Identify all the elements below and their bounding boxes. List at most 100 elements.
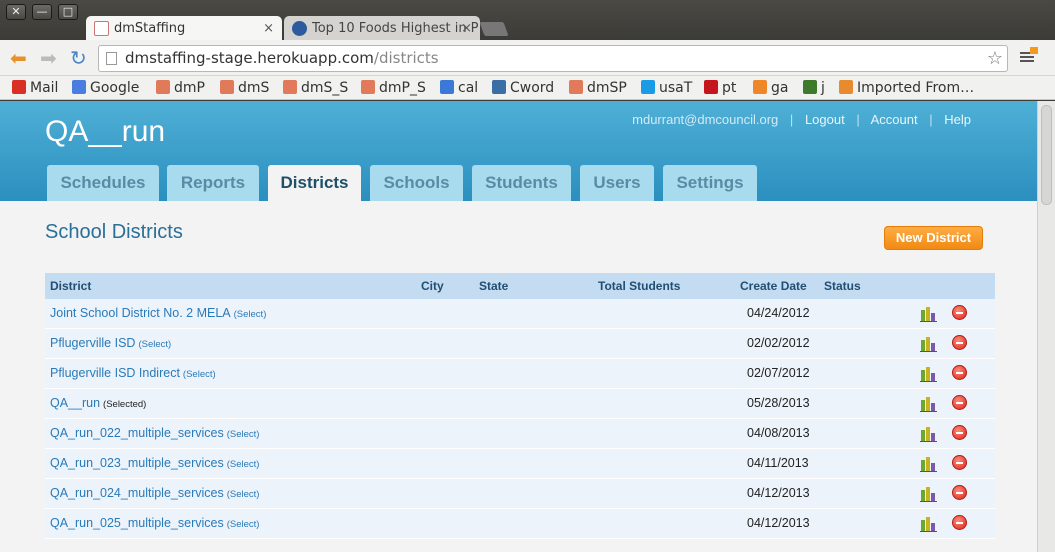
page-title: School Districts xyxy=(45,221,183,243)
gmail-icon xyxy=(12,80,26,94)
browser-menu-icon[interactable] xyxy=(1018,47,1038,67)
account-link[interactable]: Account xyxy=(871,112,918,127)
select-link[interactable]: (Select) xyxy=(138,339,171,350)
district-name-link[interactable]: QA_run_023_multiple_services (Select) xyxy=(50,456,259,470)
bookmark-8[interactable]: dmSP xyxy=(569,79,627,97)
bar-chart-icon[interactable] xyxy=(920,516,937,532)
district-name-link[interactable]: Joint School District No. 2 MELA (Select) xyxy=(50,306,266,320)
back-arrow-icon[interactable]: ⬅ xyxy=(10,47,27,69)
create-date: 04/12/2013 xyxy=(747,486,810,500)
district-name[interactable]: QA_run_023_multiple_services xyxy=(50,456,224,470)
site-h-icon xyxy=(292,21,307,36)
bar-chart-icon[interactable] xyxy=(920,396,937,412)
bookmark-label: pt xyxy=(722,80,737,96)
bookmark-7[interactable]: Cword xyxy=(492,79,554,97)
bookmark-9[interactable]: usaT xyxy=(641,79,692,97)
bar-chart-icon[interactable] xyxy=(920,336,937,352)
tab-close-icon[interactable]: × xyxy=(461,16,472,42)
district-name-link[interactable]: QA_run_025_multiple_services (Select) xyxy=(50,516,259,530)
bar-chart-icon[interactable] xyxy=(920,306,937,322)
column-header-city[interactable]: City xyxy=(421,279,444,293)
bookmark-4[interactable]: dmS_S xyxy=(283,79,348,97)
table-row: QA_run_024_multiple_services (Select) 04/1… xyxy=(45,479,995,509)
bookmark-5[interactable]: dmP_S xyxy=(361,79,426,97)
delete-icon[interactable] xyxy=(952,425,967,440)
bookmark-label: dmSP xyxy=(587,80,627,96)
browser-tab-dmstaffing[interactable]: dmStaffing × xyxy=(86,16,282,42)
close-window-icon[interactable]: ✕ xyxy=(6,4,26,20)
tab-students[interactable]: Students xyxy=(472,165,571,201)
column-header-total-students[interactable]: Total Students xyxy=(598,279,680,293)
district-name[interactable]: QA__run xyxy=(50,396,100,410)
maximize-window-icon[interactable]: □ xyxy=(58,4,78,20)
tab-schools[interactable]: Schools xyxy=(370,165,463,201)
delete-icon[interactable] xyxy=(952,455,967,470)
district-name-link[interactable]: QA_run_022_multiple_services (Select) xyxy=(50,426,259,440)
minimize-window-icon[interactable]: — xyxy=(32,4,52,20)
table-row: Pflugerville ISD Indirect (Select) 02/07/2… xyxy=(45,359,995,389)
district-name[interactable]: QA_run_022_multiple_services xyxy=(50,426,224,440)
select-link[interactable]: (Select) xyxy=(227,519,260,530)
calendar-icon xyxy=(440,80,454,94)
district-name-link[interactable]: QA_run_024_multiple_services (Select) xyxy=(50,486,259,500)
logout-link[interactable]: Logout xyxy=(805,112,845,127)
vertical-scrollbar[interactable] xyxy=(1037,101,1055,552)
tab-close-icon[interactable]: × xyxy=(263,16,274,42)
browser-tab-top-foods[interactable]: Top 10 Foods Highest in P × xyxy=(284,16,480,42)
district-name[interactable]: Joint School District No. 2 MELA xyxy=(50,306,231,320)
tab-users[interactable]: Users xyxy=(580,165,654,201)
tab-reports[interactable]: Reports xyxy=(167,165,259,201)
forward-arrow-icon[interactable]: ➡ xyxy=(40,47,57,69)
scrollbar-thumb[interactable] xyxy=(1041,105,1052,205)
create-date: 02/07/2012 xyxy=(747,366,810,380)
record-icon xyxy=(704,80,718,94)
bookmark-13[interactable]: Imported From… xyxy=(839,79,974,97)
new-tab-button[interactable] xyxy=(479,22,509,36)
district-name-link[interactable]: QA__run (Selected) xyxy=(50,396,146,410)
column-header-create-date[interactable]: Create Date xyxy=(740,279,807,293)
select-link[interactable]: (Select) xyxy=(227,429,260,440)
district-name[interactable]: Pflugerville ISD Indirect xyxy=(50,366,180,380)
tab-districts[interactable]: Districts xyxy=(268,165,361,201)
district-name[interactable]: QA_run_024_multiple_services xyxy=(50,486,224,500)
bookmark-0[interactable]: Mail xyxy=(12,79,58,97)
column-header-state[interactable]: State xyxy=(479,279,508,293)
new-district-button[interactable]: New District xyxy=(884,226,983,250)
district-name-link[interactable]: Pflugerville ISD (Select) xyxy=(50,336,171,350)
column-header-status[interactable]: Status xyxy=(824,279,861,293)
column-header-district[interactable]: District xyxy=(50,279,91,293)
help-link[interactable]: Help xyxy=(944,112,971,127)
bookmark-2[interactable]: dmP xyxy=(156,79,205,97)
bookmark-10[interactable]: pt xyxy=(704,79,736,97)
delete-icon[interactable] xyxy=(952,395,967,410)
select-link[interactable]: (Select) xyxy=(227,489,260,500)
district-name[interactable]: Pflugerville ISD xyxy=(50,336,135,350)
delete-icon[interactable] xyxy=(952,365,967,380)
delete-icon[interactable] xyxy=(952,515,967,530)
analytics-icon xyxy=(753,80,767,94)
delete-icon[interactable] xyxy=(952,485,967,500)
delete-icon[interactable] xyxy=(952,335,967,350)
bar-chart-icon[interactable] xyxy=(920,456,937,472)
district-name[interactable]: QA_run_025_multiple_services xyxy=(50,516,224,530)
bookmark-3[interactable]: dmS xyxy=(220,79,269,97)
bookmark-6[interactable]: cal xyxy=(440,79,478,97)
bookmark-star-icon[interactable]: ☆ xyxy=(987,46,1003,71)
select-link[interactable]: (Select) xyxy=(183,369,216,380)
bookmark-12[interactable]: j xyxy=(803,79,825,97)
select-link[interactable]: (Select) xyxy=(234,309,267,320)
delete-icon[interactable] xyxy=(952,305,967,320)
bar-chart-icon[interactable] xyxy=(920,426,937,442)
bookmark-1[interactable]: Google xyxy=(72,79,139,97)
tab-schedules[interactable]: Schedules xyxy=(47,165,159,201)
reload-icon[interactable]: ↻ xyxy=(70,47,87,69)
user-email-link[interactable]: mdurrant@dmcouncil.org xyxy=(632,112,778,127)
bookmark-11[interactable]: ga xyxy=(753,79,788,97)
tab-settings[interactable]: Settings xyxy=(663,165,757,201)
bar-chart-icon[interactable] xyxy=(920,366,937,382)
select-link[interactable]: (Select) xyxy=(227,459,260,470)
create-date: 02/02/2012 xyxy=(747,336,810,350)
bar-chart-icon[interactable] xyxy=(920,486,937,502)
address-bar[interactable]: dmstaffing-stage.herokuapp.com/districts… xyxy=(98,45,1008,72)
district-name-link[interactable]: Pflugerville ISD Indirect (Select) xyxy=(50,366,216,380)
